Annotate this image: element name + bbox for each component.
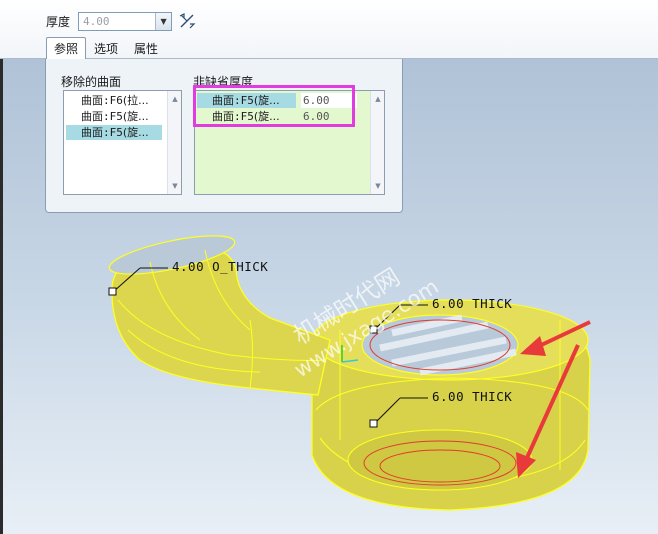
model-viewport[interactable]: 4.00 O_THICK 6.00 THICK 6.00 THICK 机械时代网… [0,0,658,534]
callout-label: 6.00 THICK [432,296,512,311]
callout-label: 4.00 O_THICK [172,259,268,274]
callout-label: 6.00 THICK [432,389,512,404]
